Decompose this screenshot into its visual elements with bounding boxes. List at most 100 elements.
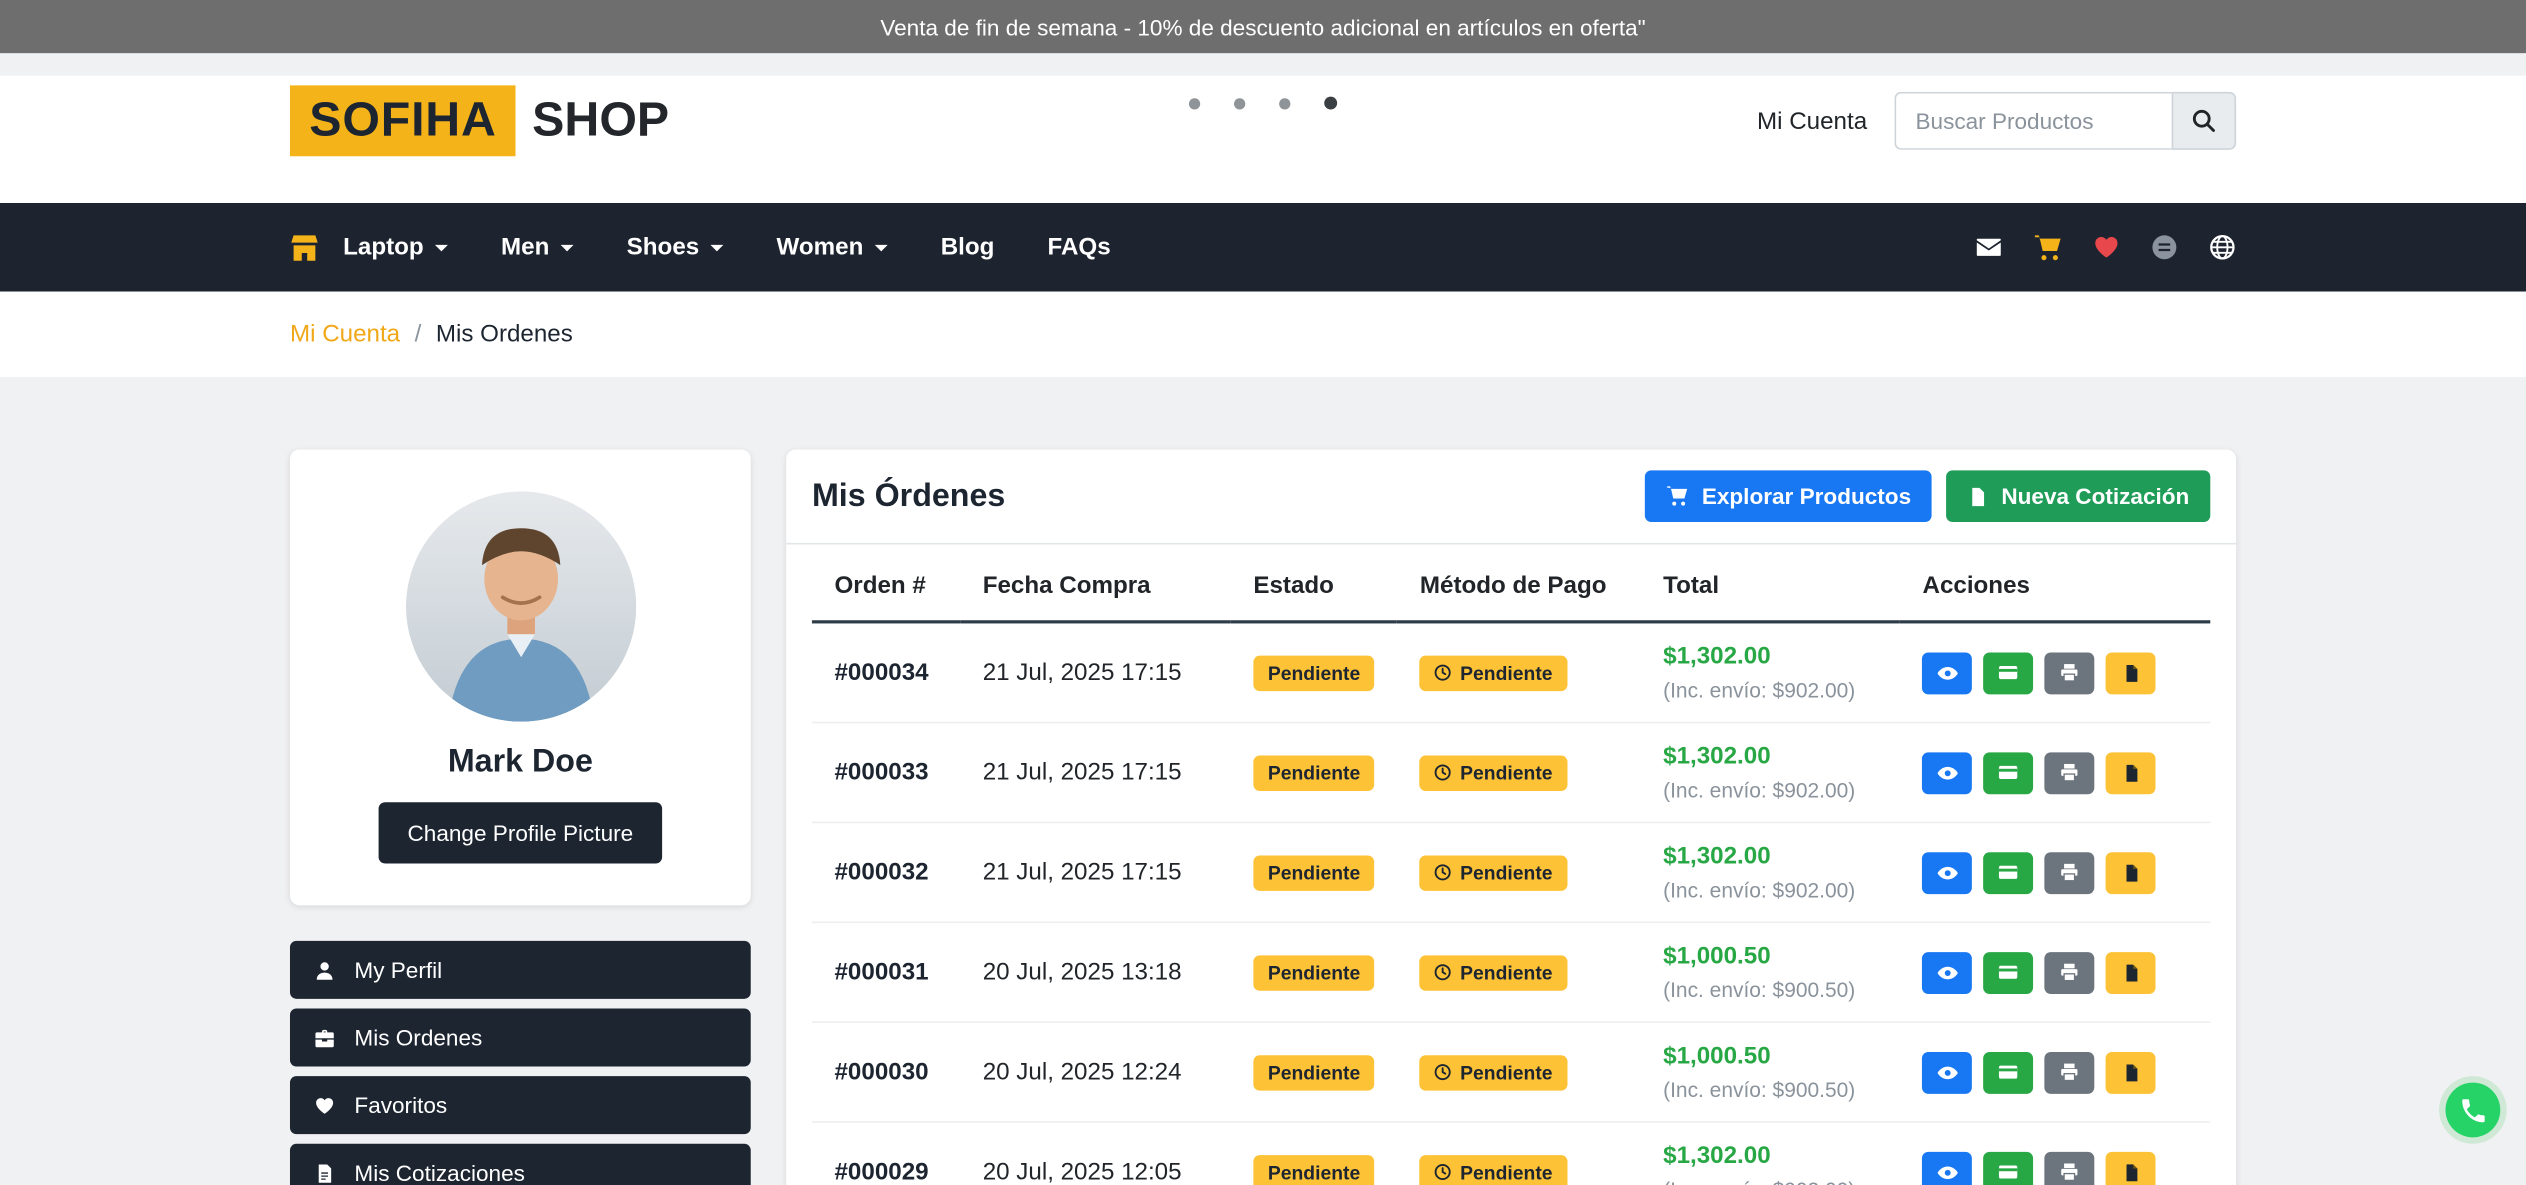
download-pdf-button[interactable] xyxy=(2106,1151,2156,1185)
document-icon xyxy=(1968,486,1989,507)
pay-order-button[interactable] xyxy=(1984,752,2034,794)
printer-icon xyxy=(2059,962,2080,983)
mail-icon[interactable] xyxy=(1975,234,2002,261)
sidebar-item-mis-cotizaciones[interactable]: Mis Cotizaciones xyxy=(290,1144,751,1185)
nav-item-laptop[interactable]: Laptop xyxy=(343,234,448,261)
order-total: $1,302.00 xyxy=(1663,843,1877,870)
nav-item-men[interactable]: Men xyxy=(501,234,573,261)
payment-status-badge: Pendiente xyxy=(1420,1154,1567,1185)
sidebar-item-label: Mis Ordenes xyxy=(354,1025,482,1051)
table-row: #000030 20 Jul, 2025 12:24 Pendiente Pen… xyxy=(812,1022,2210,1122)
page-title: Mis Órdenes xyxy=(812,478,1005,515)
change-profile-picture-button[interactable]: Change Profile Picture xyxy=(379,802,663,863)
download-pdf-button[interactable] xyxy=(2106,752,2156,794)
order-date: 20 Jul, 2025 12:24 xyxy=(983,1058,1182,1085)
download-pdf-button[interactable] xyxy=(2106,951,2156,993)
order-date: 20 Jul, 2025 12:05 xyxy=(983,1158,1182,1185)
download-pdf-button[interactable] xyxy=(2106,1051,2156,1093)
payment-status-badge: Pendiente xyxy=(1420,855,1567,890)
clock-icon xyxy=(1434,764,1452,782)
carousel-dot-4[interactable] xyxy=(1324,97,1337,110)
view-order-button[interactable] xyxy=(1923,951,1973,993)
clock-icon xyxy=(1434,1163,1452,1181)
payment-status-badge: Pendiente xyxy=(1420,955,1567,990)
orders-table-wrap: Orden # Fecha Compra Estado Método de Pa… xyxy=(786,545,2236,1185)
orders-header: Mis Órdenes Explorar Productos Nueva Cot… xyxy=(786,449,2236,544)
status-badge: Pendiente xyxy=(1253,855,1374,890)
main-content: Mark Doe Change Profile Picture My Perfi… xyxy=(0,377,2526,1185)
pdf-file-icon xyxy=(2121,1162,2140,1181)
pdf-file-icon xyxy=(2121,963,2140,982)
print-order-button[interactable] xyxy=(2045,951,2095,993)
status-badge: Pendiente xyxy=(1253,655,1374,690)
breadcrumb-account-link[interactable]: Mi Cuenta xyxy=(290,321,400,348)
account-link[interactable]: Mi Cuenta xyxy=(1757,107,1867,134)
wishlist-icon[interactable] xyxy=(2093,234,2120,261)
view-order-button[interactable] xyxy=(1923,851,1973,893)
new-quote-button[interactable]: Nueva Cotización xyxy=(1947,470,2211,522)
shipping-note: (Inc. envío: $902.00) xyxy=(1663,678,1877,702)
nav-item-faqs[interactable]: FAQs xyxy=(1048,234,1111,261)
download-pdf-button[interactable] xyxy=(2106,652,2156,694)
main-navbar: Laptop Men Shoes Women Blog FAQs xyxy=(0,203,2526,292)
table-row: #000032 21 Jul, 2025 17:15 Pendiente Pen… xyxy=(812,822,2210,922)
order-number: #000032 xyxy=(834,859,928,886)
nav-item-shoes[interactable]: Shoes xyxy=(627,234,724,261)
view-order-button[interactable] xyxy=(1923,1051,1973,1093)
print-order-button[interactable] xyxy=(2045,752,2095,794)
nav-item-label: Women xyxy=(777,234,864,261)
sidebar-item-favoritos[interactable]: Favoritos xyxy=(290,1076,751,1134)
whatsapp-button[interactable] xyxy=(2445,1083,2500,1138)
payment-status-label: Pendiente xyxy=(1460,661,1552,684)
column-header-payment: Método de Pago xyxy=(1397,545,1640,622)
nav-item-blog[interactable]: Blog xyxy=(941,234,995,261)
sidebar-item-my-perfil[interactable]: My Perfil xyxy=(290,941,751,999)
pay-order-button[interactable] xyxy=(1984,1151,2034,1185)
profile-photo xyxy=(405,491,635,721)
breadcrumb-separator: / xyxy=(415,321,422,348)
carousel-dot-2[interactable] xyxy=(1234,97,1245,108)
nav-item-label: Shoes xyxy=(627,234,700,261)
shipping-note: (Inc. envío: $902.00) xyxy=(1663,1178,1877,1185)
print-order-button[interactable] xyxy=(2045,1051,2095,1093)
view-order-button[interactable] xyxy=(1923,652,1973,694)
order-total: $1,302.00 xyxy=(1663,643,1877,670)
nav-item-women[interactable]: Women xyxy=(777,234,888,261)
order-total: $1,302.00 xyxy=(1663,743,1877,770)
nav-item-label: Blog xyxy=(941,234,995,261)
search-input[interactable] xyxy=(1895,92,2172,150)
row-actions xyxy=(1923,951,2188,993)
new-quote-label: Nueva Cotización xyxy=(2001,483,2189,509)
pay-order-button[interactable] xyxy=(1984,652,2034,694)
store-icon[interactable] xyxy=(290,233,319,262)
language-icon[interactable] xyxy=(2209,234,2236,261)
chevron-down-icon xyxy=(435,244,448,250)
pay-order-button[interactable] xyxy=(1984,951,2034,993)
nav-icons xyxy=(1975,233,2236,262)
carousel-dot-3[interactable] xyxy=(1279,97,1290,108)
view-order-button[interactable] xyxy=(1923,752,1973,794)
view-order-button[interactable] xyxy=(1923,1151,1973,1185)
cart-icon[interactable] xyxy=(2033,233,2062,262)
pay-order-button[interactable] xyxy=(1984,1051,2034,1093)
print-order-button[interactable] xyxy=(2045,851,2095,893)
payment-status-label: Pendiente xyxy=(1460,1061,1552,1084)
column-header-order: Orden # xyxy=(812,545,960,622)
column-header-date: Fecha Compra xyxy=(960,545,1231,622)
carousel-dot-1[interactable] xyxy=(1189,97,1200,108)
pdf-file-icon xyxy=(2121,763,2140,782)
search-button[interactable] xyxy=(2172,92,2236,150)
print-order-button[interactable] xyxy=(2045,1151,2095,1185)
eye-icon xyxy=(1936,1161,1959,1184)
chevron-down-icon xyxy=(561,244,574,250)
compare-icon[interactable] xyxy=(2151,234,2178,261)
logo[interactable]: SOFIHA SHOP xyxy=(290,85,669,156)
explore-products-button[interactable]: Explorar Productos xyxy=(1645,470,1932,522)
phone-icon xyxy=(2458,1095,2489,1126)
order-number: #000031 xyxy=(834,959,928,986)
print-order-button[interactable] xyxy=(2045,652,2095,694)
orders-panel: Mis Órdenes Explorar Productos Nueva Cot… xyxy=(786,449,2236,1185)
sidebar-item-mis-ordenes[interactable]: Mis Ordenes xyxy=(290,1008,751,1066)
pay-order-button[interactable] xyxy=(1984,851,2034,893)
download-pdf-button[interactable] xyxy=(2106,851,2156,893)
